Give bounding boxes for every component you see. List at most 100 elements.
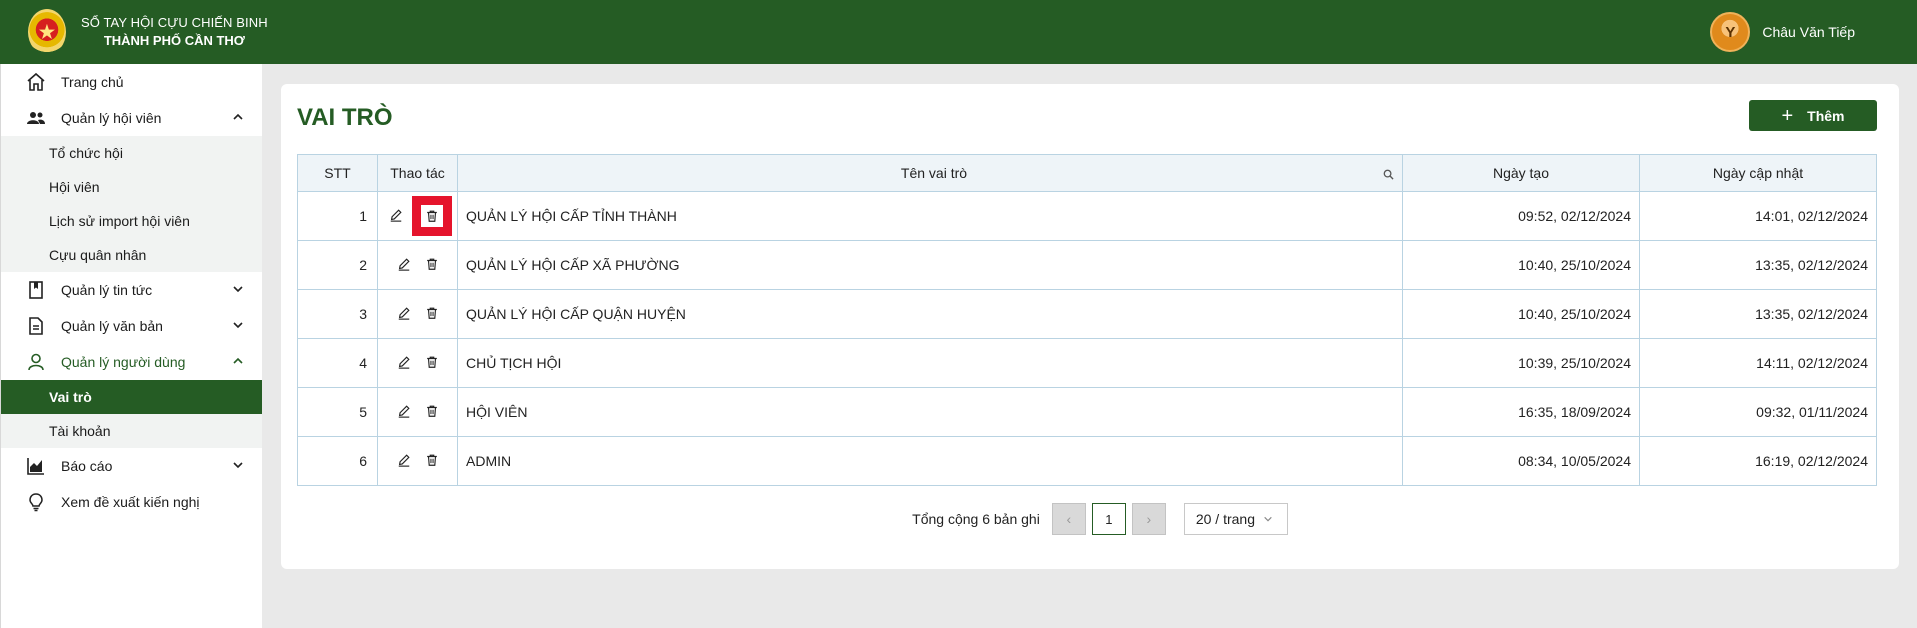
sidebar-item-roles[interactable]: Vai trò bbox=[1, 380, 262, 414]
cell-actions bbox=[377, 289, 458, 339]
sidebar-item-reports[interactable]: Báo cáo bbox=[1, 448, 262, 484]
edit-button[interactable] bbox=[392, 449, 416, 473]
cell-actions bbox=[377, 387, 458, 437]
cell-updated: 16:19, 02/12/2024 bbox=[1639, 436, 1877, 486]
trash-icon bbox=[425, 355, 439, 372]
users-icon bbox=[25, 107, 47, 129]
sidebar-item-documents[interactable]: Quản lý văn bản bbox=[1, 308, 262, 344]
delete-button[interactable] bbox=[420, 400, 444, 424]
cell-stt: 1 bbox=[297, 191, 378, 241]
next-page-button[interactable]: › bbox=[1131, 503, 1166, 535]
sidebar-item-organization[interactable]: Tổ chức hội bbox=[1, 136, 262, 170]
home-icon bbox=[25, 71, 47, 93]
cell-created: 10:40, 25/10/2024 bbox=[1402, 240, 1640, 290]
chevron-down-icon bbox=[232, 318, 244, 334]
edit-button[interactable] bbox=[392, 351, 416, 375]
trash-icon bbox=[420, 205, 443, 227]
user-name[interactable]: Châu Văn Tiếp bbox=[1762, 24, 1855, 40]
user-menu[interactable]: Y Châu Văn Tiếp bbox=[1710, 12, 1855, 52]
table-row: 6 ADMIN 08:34, 10/05/2024 16:19, 02/12/2… bbox=[297, 436, 1877, 486]
cell-stt: 6 bbox=[297, 436, 378, 486]
user-icon bbox=[25, 351, 47, 373]
emblem-logo: ★ bbox=[28, 9, 66, 55]
pagination: Tổng cộng 6 bản ghi ‹ 1 › 20 / trang bbox=[281, 503, 1899, 535]
sidebar-item-proposals[interactable]: Xem đề xuất kiến nghị bbox=[1, 484, 262, 520]
add-button[interactable]: + Thêm bbox=[1749, 100, 1877, 131]
page-title: VAI TRÒ bbox=[297, 104, 393, 131]
page-size-select[interactable]: 20 / trang bbox=[1183, 503, 1288, 535]
prev-page-button[interactable]: ‹ bbox=[1051, 503, 1086, 535]
pencil-icon bbox=[397, 306, 411, 323]
sidebar-item-import-history[interactable]: Lịch sử import hội viên bbox=[1, 204, 262, 238]
brand-text: SỔ TAY HỘI CỰU CHIẾN BINH THÀNH PHỐ CẦN … bbox=[81, 14, 268, 50]
pencil-icon bbox=[397, 453, 411, 470]
column-header-created: Ngày tạo bbox=[1402, 154, 1640, 192]
edit-button[interactable] bbox=[392, 400, 416, 424]
chevron-up-icon bbox=[232, 354, 244, 370]
trash-icon bbox=[425, 404, 439, 421]
delete-button[interactable] bbox=[420, 302, 444, 326]
sidebar-item-users[interactable]: Quản lý người dùng bbox=[1, 344, 262, 380]
page-number[interactable]: 1 bbox=[1091, 503, 1126, 535]
roles-table: STT Thao tác Tên vai trò Ngày tạo Ngày c… bbox=[297, 154, 1877, 486]
bookmark-icon bbox=[25, 279, 47, 301]
cell-created: 09:52, 02/12/2024 bbox=[1402, 191, 1640, 241]
column-header-updated: Ngày cập nhật bbox=[1639, 154, 1877, 192]
sidebar-item-member-list[interactable]: Hội viên bbox=[1, 170, 262, 204]
chevron-down-icon bbox=[232, 282, 244, 298]
plus-icon: + bbox=[1781, 104, 1794, 127]
sidebar-item-accounts[interactable]: Tài khoản bbox=[1, 414, 262, 448]
delete-button[interactable] bbox=[411, 196, 452, 236]
pencil-icon bbox=[397, 257, 411, 274]
trash-icon bbox=[425, 257, 439, 274]
members-submenu: Tổ chức hội Hội viên Lịch sử import hội … bbox=[1, 136, 262, 272]
lightbulb-icon bbox=[25, 491, 47, 513]
sidebar-item-home[interactable]: Trang chủ bbox=[1, 64, 262, 100]
sidebar-item-label: Trang chủ bbox=[61, 74, 124, 90]
cell-actions bbox=[377, 436, 458, 486]
delete-button[interactable] bbox=[420, 253, 444, 277]
column-header-name: Tên vai trò bbox=[457, 154, 1403, 192]
table-row: 4 CHỦ TỊCH HỘI 10:39, 25/10/2024 14:11, … bbox=[297, 338, 1877, 388]
table-row: 2 QUẢN LÝ HỘI CẤP XÃ PHƯỜNG 10:40, 25/10… bbox=[297, 240, 1877, 290]
page-size-value: 20 / trang bbox=[1195, 511, 1255, 527]
brand[interactable]: ★ SỔ TAY HỘI CỰU CHIẾN BINH THÀNH PHỐ CẦ… bbox=[28, 9, 268, 55]
cell-role-name: CHỦ TỊCH HỘI bbox=[457, 338, 1403, 388]
sidebar-item-veterans[interactable]: Cựu quân nhân bbox=[1, 238, 262, 272]
edit-button[interactable] bbox=[392, 302, 416, 326]
edit-button[interactable] bbox=[392, 253, 416, 277]
table-header-row: STT Thao tác Tên vai trò Ngày tạo Ngày c… bbox=[297, 154, 1877, 192]
cell-stt: 4 bbox=[297, 338, 378, 388]
cell-stt: 3 bbox=[297, 289, 378, 339]
cell-updated: 14:01, 02/12/2024 bbox=[1639, 191, 1877, 241]
cell-created: 10:40, 25/10/2024 bbox=[1402, 289, 1640, 339]
edit-button[interactable] bbox=[384, 204, 408, 228]
cell-actions bbox=[377, 191, 458, 241]
search-icon[interactable] bbox=[1383, 167, 1394, 183]
org-name-line1: SỔ TAY HỘI CỰU CHIẾN BINH bbox=[81, 15, 268, 30]
chevron-down-icon bbox=[1263, 511, 1273, 527]
sidebar-item-label: Quản lý tin tức bbox=[61, 282, 153, 298]
cell-actions bbox=[377, 240, 458, 290]
total-records: Tổng cộng 6 bản ghi bbox=[912, 511, 1040, 527]
column-header-stt: STT bbox=[297, 154, 378, 192]
chevron-left-icon: ‹ bbox=[1066, 511, 1072, 527]
table-row: 5 HỘI VIÊN 16:35, 18/09/2024 09:32, 01/1… bbox=[297, 387, 1877, 437]
cell-role-name: QUẢN LÝ HỘI CẤP TỈNH THÀNH bbox=[457, 191, 1403, 241]
table-row: 3 QUẢN LÝ HỘI CẤP QUẬN HUYỆN 10:40, 25/1… bbox=[297, 289, 1877, 339]
sidebar-item-label: Xem đề xuất kiến nghị bbox=[61, 494, 200, 510]
cell-role-name: QUẢN LÝ HỘI CẤP XÃ PHƯỜNG bbox=[457, 240, 1403, 290]
sidebar-item-label: Quản lý văn bản bbox=[61, 318, 163, 334]
sidebar-item-news[interactable]: Quản lý tin tức bbox=[1, 272, 262, 308]
sidebar: Trang chủ Quản lý hội viên Tổ chức hội H… bbox=[0, 64, 262, 628]
delete-button[interactable] bbox=[420, 351, 444, 375]
delete-button[interactable] bbox=[420, 449, 444, 473]
trash-icon bbox=[425, 453, 439, 470]
pencil-icon bbox=[389, 208, 403, 225]
avatar[interactable]: Y bbox=[1710, 12, 1751, 52]
sidebar-item-members[interactable]: Quản lý hội viên bbox=[1, 100, 262, 136]
cell-updated: 14:11, 02/12/2024 bbox=[1639, 338, 1877, 388]
table-row: 1 QUẢN LÝ HỘI CẤP TỈNH THÀNH 09:52, 02/1… bbox=[297, 191, 1877, 241]
cell-actions bbox=[377, 338, 458, 388]
cell-created: 16:35, 18/09/2024 bbox=[1402, 387, 1640, 437]
